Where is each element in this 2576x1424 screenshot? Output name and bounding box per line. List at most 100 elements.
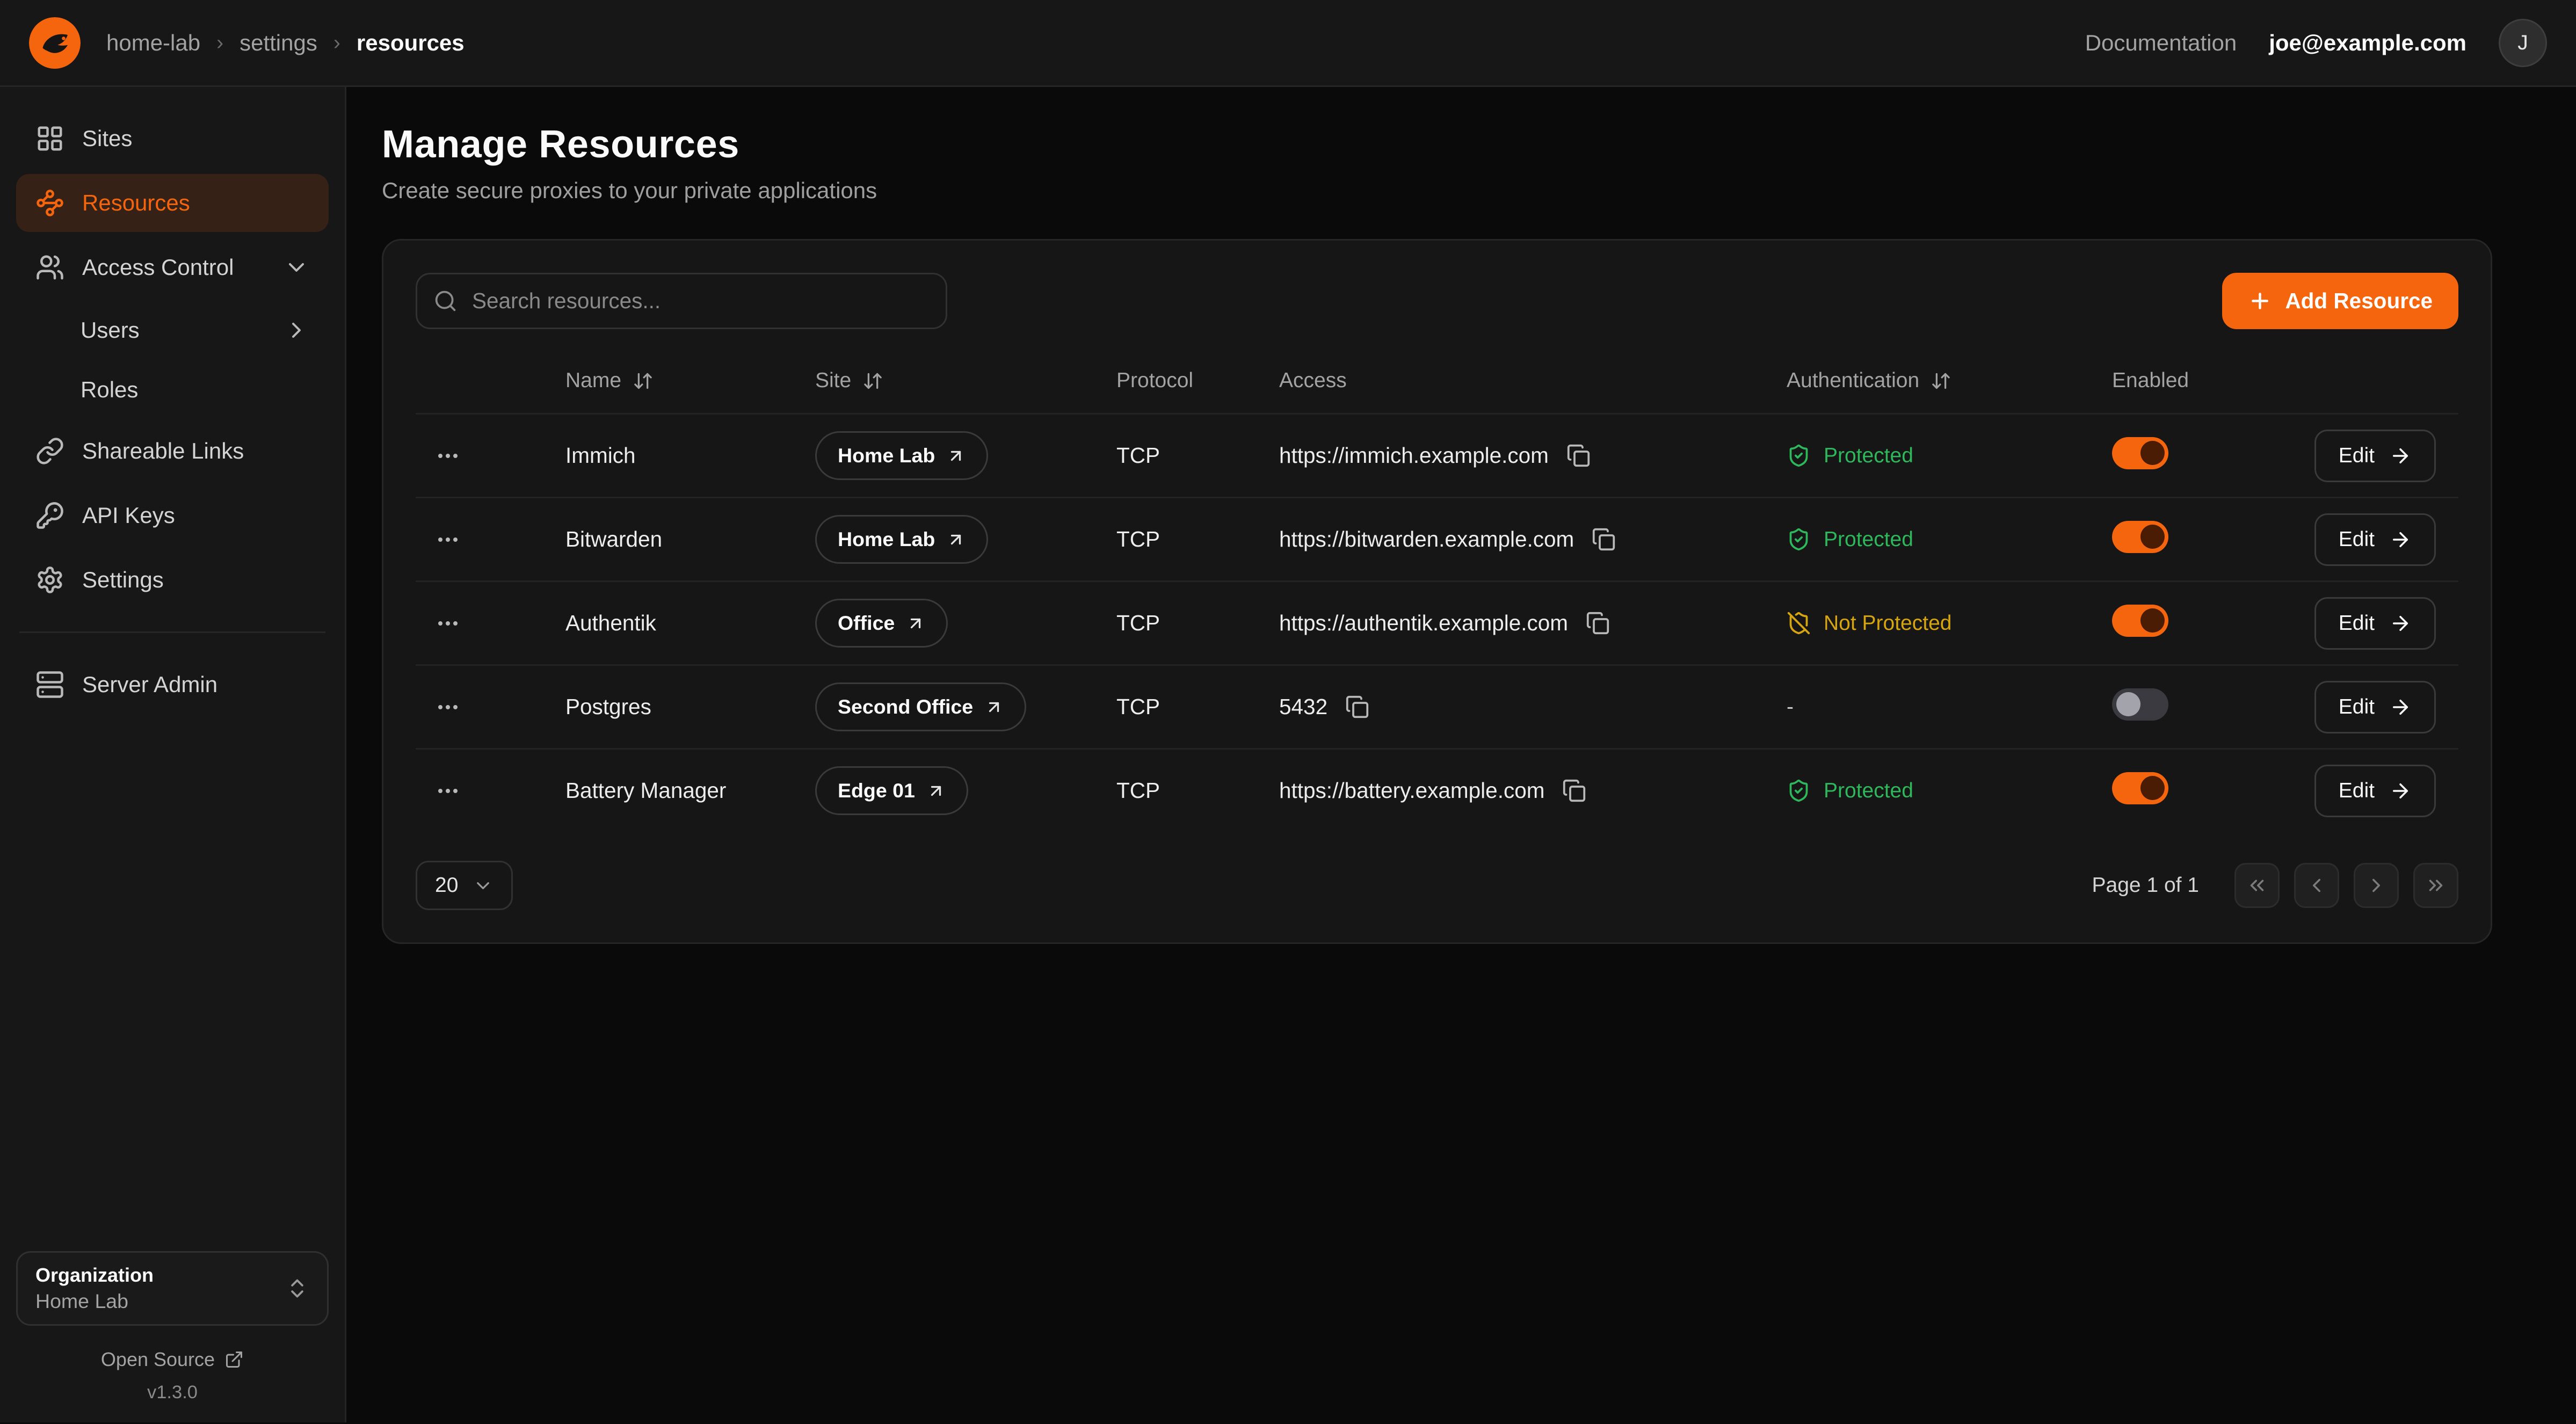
organization-selector[interactable]: Organization Home Lab <box>16 1251 329 1326</box>
sidebar-item-label: Users <box>81 319 140 342</box>
copy-icon[interactable] <box>1563 440 1594 471</box>
resource-access: 5432 <box>1279 694 1327 720</box>
external-link-icon <box>224 1350 244 1369</box>
main-content: Manage Resources Create secure proxies t… <box>346 87 2576 1422</box>
resource-name: Postgres <box>565 694 815 720</box>
enabled-toggle[interactable] <box>2112 772 2168 804</box>
column-header-name[interactable]: Name <box>565 369 815 393</box>
sidebar-item-label: Shareable Links <box>82 440 244 462</box>
first-page-button[interactable] <box>2234 863 2280 908</box>
arrow-right-icon <box>2389 780 2412 802</box>
user-email[interactable]: joe@example.com <box>2269 30 2466 56</box>
enabled-toggle[interactable] <box>2112 521 2168 553</box>
sidebar-item-label: Sites <box>82 127 132 150</box>
sidebar-divider <box>19 631 325 633</box>
sidebar-item-settings[interactable]: Settings <box>16 551 329 609</box>
table-row: Battery Manager Edge 01 TCP https://batt… <box>416 748 2458 832</box>
sidebar-item-api-keys[interactable]: API Keys <box>16 486 329 544</box>
sidebar-item-label: Server Admin <box>82 673 217 696</box>
row-menu-button[interactable] <box>429 604 467 643</box>
breadcrumb-home-lab[interactable]: home-lab <box>106 30 200 56</box>
table-row: Immich Home Lab TCP https://immich.examp… <box>416 413 2458 497</box>
copy-icon[interactable] <box>1583 608 1613 638</box>
authentication-status: Protected <box>1787 444 2112 468</box>
sidebar-item-roles[interactable]: Roles <box>16 364 329 416</box>
site-link[interactable]: Second Office <box>815 682 1026 731</box>
row-menu-button[interactable] <box>429 688 467 726</box>
chevron-down-icon <box>473 875 494 896</box>
search-input[interactable] <box>416 273 947 329</box>
site-link[interactable]: Edge 01 <box>815 766 968 815</box>
arrow-up-right-icon <box>946 446 966 466</box>
previous-page-button[interactable] <box>2294 863 2339 908</box>
shield-off-icon <box>1787 611 1811 635</box>
table-header: Name Site Protocol Access Authentication… <box>416 348 2458 413</box>
open-source-link[interactable]: Open Source <box>16 1348 329 1371</box>
next-page-button[interactable] <box>2354 863 2399 908</box>
sidebar-item-label: API Keys <box>82 504 175 527</box>
arrow-up-right-icon <box>984 698 1004 717</box>
copy-icon[interactable] <box>1342 692 1373 722</box>
table-row: Authentik Office TCP https://authentik.e… <box>416 580 2458 664</box>
table-row: Bitwarden Home Lab TCP https://bitwarden… <box>416 497 2458 580</box>
page-size-select[interactable]: 20 <box>416 861 513 910</box>
avatar[interactable]: J <box>2499 19 2547 67</box>
resource-protocol: TCP <box>1116 443 1279 468</box>
sidebar-item-access-control[interactable]: Access Control <box>16 238 329 296</box>
column-header-enabled: Enabled <box>2112 369 2305 393</box>
sidebar-item-sites[interactable]: Sites <box>16 110 329 168</box>
column-header-authentication[interactable]: Authentication <box>1787 369 2112 393</box>
documentation-link[interactable]: Documentation <box>2085 30 2237 56</box>
edit-button[interactable]: Edit <box>2314 430 2436 482</box>
sidebar-item-users[interactable]: Users <box>16 303 329 358</box>
chevron-down-icon <box>284 255 309 280</box>
resource-protocol: TCP <box>1116 694 1279 720</box>
arrow-right-icon <box>2389 528 2412 551</box>
table-body: Immich Home Lab TCP https://immich.examp… <box>416 413 2458 832</box>
app-logo-icon[interactable] <box>29 17 81 69</box>
server-icon <box>35 670 64 699</box>
authentication-status: Protected <box>1787 779 2112 803</box>
add-resource-button[interactable]: Add Resource <box>2222 273 2458 329</box>
topbar: home-lab › settings › resources Document… <box>0 0 2576 87</box>
resource-name: Immich <box>565 443 815 468</box>
breadcrumb: home-lab › settings › resources <box>106 30 465 56</box>
enabled-toggle[interactable] <box>2112 605 2168 637</box>
site-link[interactable]: Home Lab <box>815 515 988 564</box>
breadcrumb-separator: › <box>333 31 340 55</box>
last-page-button[interactable] <box>2413 863 2458 908</box>
waypoints-icon <box>35 188 64 217</box>
resource-name: Bitwarden <box>565 527 815 552</box>
site-link[interactable]: Home Lab <box>815 431 988 480</box>
enabled-toggle[interactable] <box>2112 437 2168 469</box>
column-header-access: Access <box>1279 369 1787 393</box>
row-menu-button[interactable] <box>429 520 467 559</box>
version-label: v1.3.0 <box>16 1382 329 1403</box>
column-header-site[interactable]: Site <box>815 369 1116 393</box>
page-subtitle: Create secure proxies to your private ap… <box>382 178 2541 204</box>
edit-button[interactable]: Edit <box>2314 513 2436 566</box>
resource-access: https://authentik.example.com <box>1279 611 1568 636</box>
site-link[interactable]: Office <box>815 599 948 648</box>
edit-button[interactable]: Edit <box>2314 765 2436 817</box>
enabled-toggle[interactable] <box>2112 688 2168 721</box>
resource-protocol: TCP <box>1116 527 1279 552</box>
sidebar-item-label: Roles <box>81 379 138 401</box>
sidebar-item-shareable-links[interactable]: Shareable Links <box>16 422 329 480</box>
copy-icon[interactable] <box>1588 524 1619 555</box>
resources-card: Add Resource Name Site Protocol Access <box>382 239 2492 944</box>
plus-icon <box>2248 289 2272 313</box>
sidebar-item-server-admin[interactable]: Server Admin <box>16 656 329 714</box>
edit-button[interactable]: Edit <box>2314 681 2436 733</box>
row-menu-button[interactable] <box>429 437 467 475</box>
copy-icon[interactable] <box>1559 775 1590 806</box>
arrow-right-icon <box>2389 612 2412 635</box>
sort-icon <box>633 370 654 391</box>
row-menu-button[interactable] <box>429 772 467 810</box>
edit-button[interactable]: Edit <box>2314 597 2436 650</box>
breadcrumb-settings[interactable]: settings <box>240 30 317 56</box>
organization-title: Organization <box>35 1264 154 1287</box>
ellipsis-icon <box>435 611 461 636</box>
sidebar-item-resources[interactable]: Resources <box>16 174 329 232</box>
breadcrumb-resources: resources <box>357 30 465 56</box>
